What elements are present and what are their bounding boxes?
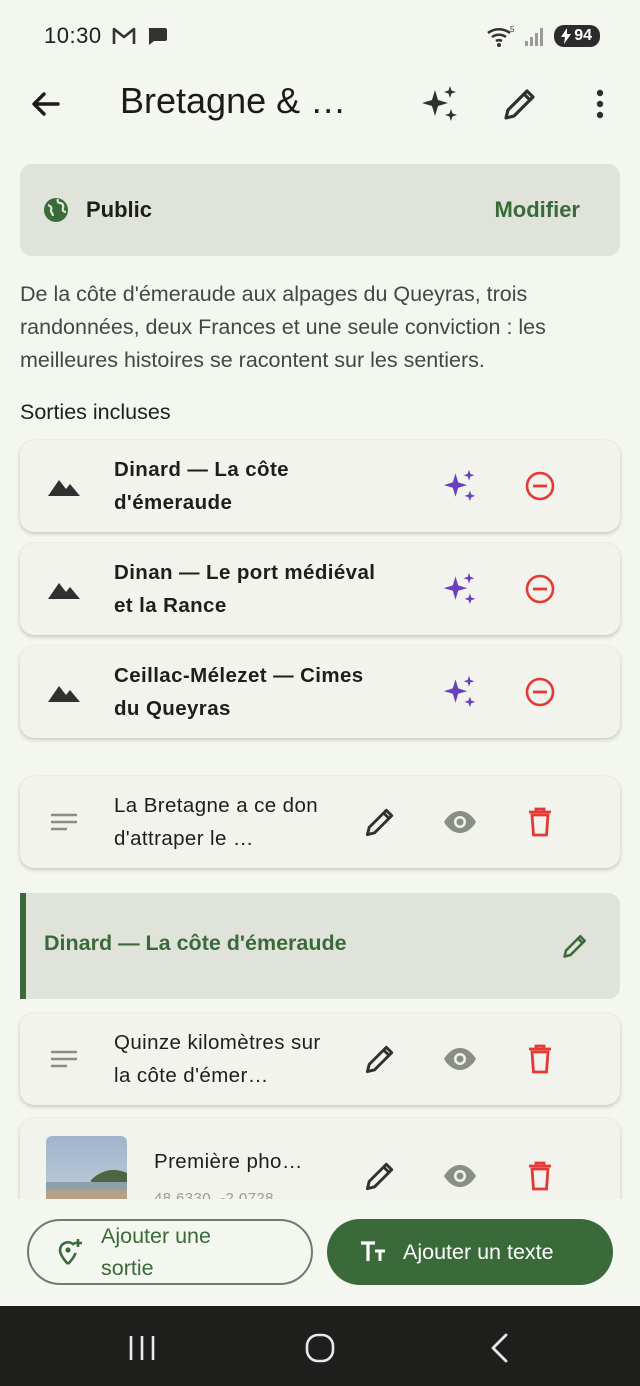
photo-coords: 48.6330, -2.0728 bbox=[154, 1190, 274, 1199]
back-icon[interactable] bbox=[480, 1328, 520, 1368]
remove-circle-icon[interactable] bbox=[522, 571, 558, 607]
text-block-preview: La Bretagne a ce don d'attraper le … bbox=[114, 794, 319, 850]
visibility-icon[interactable] bbox=[442, 1041, 478, 1077]
page-title: Bretagne & Q… bbox=[120, 80, 370, 121]
edit-icon[interactable] bbox=[560, 931, 590, 961]
notes-icon bbox=[51, 1050, 77, 1068]
visibility-card[interactable]: Public Modifier bbox=[20, 164, 620, 256]
sparkle-icon[interactable] bbox=[442, 674, 478, 710]
sparkle-icon[interactable] bbox=[442, 468, 478, 504]
text-block-preview: Quinze kilomètres sur la côte d'émer… bbox=[114, 1031, 321, 1087]
chat-icon bbox=[148, 28, 167, 45]
add-text-button[interactable]: Ajouter un texte bbox=[327, 1219, 613, 1285]
visibility-icon[interactable] bbox=[442, 1158, 478, 1194]
app-bar: Bretagne & Q… bbox=[0, 72, 640, 136]
edit-icon[interactable] bbox=[500, 84, 540, 124]
status-bar: 10:30 5 94 bbox=[0, 0, 640, 72]
remove-circle-icon[interactable] bbox=[522, 674, 558, 710]
globe-icon bbox=[44, 198, 68, 222]
outing-title: Dinard — La côte d'émeraude bbox=[114, 458, 289, 514]
text-fields-icon bbox=[361, 1241, 385, 1261]
photo-block-card[interactable]: Première pho… 48.6330, -2.0728 bbox=[20, 1118, 620, 1199]
gmail-icon bbox=[112, 27, 135, 44]
outing-card[interactable]: Dinan — Le port médiéval et la Rance bbox=[20, 543, 620, 635]
wifi-icon: 5 bbox=[487, 25, 515, 47]
edit-icon[interactable] bbox=[362, 1041, 398, 1077]
notes-icon bbox=[51, 813, 77, 831]
sparkle-icon[interactable] bbox=[420, 84, 460, 124]
outing-card[interactable]: Dinard — La côte d'émeraude bbox=[20, 440, 620, 532]
status-time: 10:30 bbox=[44, 23, 102, 48]
scroll-clip: Première pho… 48.6330, -2.0728 bbox=[0, 1116, 640, 1199]
edit-icon[interactable] bbox=[362, 804, 398, 840]
bottom-action-bar: Ajouter une sortie Ajouter un texte bbox=[0, 1199, 640, 1306]
sparkle-icon[interactable] bbox=[442, 571, 478, 607]
home-icon[interactable] bbox=[300, 1328, 340, 1368]
visibility-label: Public bbox=[86, 197, 153, 222]
description-text: De la côte d'émeraude aux alpages du Que… bbox=[20, 282, 546, 372]
section-title: Sorties incluses bbox=[20, 400, 171, 424]
text-block-card[interactable]: La Bretagne a ce don d'attraper le … bbox=[20, 776, 620, 868]
photo-thumbnail[interactable] bbox=[46, 1136, 127, 1199]
visibility-icon[interactable] bbox=[442, 804, 478, 840]
remove-circle-icon[interactable] bbox=[522, 468, 558, 504]
add-outing-label: Ajouter une sortie bbox=[101, 1224, 211, 1280]
mountain-icon bbox=[48, 686, 80, 702]
text-block-card[interactable]: Quinze kilomètres sur la côte d'émer… bbox=[20, 1013, 620, 1105]
outing-card[interactable]: Ceillac-Mélezet — Cimes du Queyras bbox=[20, 646, 620, 738]
outing-title: Dinan — Le port médiéval et la Rance bbox=[114, 561, 376, 617]
more-vert-icon[interactable] bbox=[580, 84, 620, 124]
delete-icon[interactable] bbox=[522, 1158, 558, 1194]
edit-icon[interactable] bbox=[362, 1158, 398, 1194]
delete-icon[interactable] bbox=[522, 804, 558, 840]
back-arrow-icon[interactable] bbox=[28, 86, 64, 122]
signal-icon bbox=[525, 28, 544, 46]
section-header-title: Dinard — La côte d'émeraude bbox=[44, 931, 347, 955]
modify-button[interactable]: Modifier bbox=[494, 197, 598, 223]
system-nav-bar bbox=[0, 1306, 640, 1386]
recents-icon[interactable] bbox=[122, 1328, 162, 1368]
photo-title: Première pho… bbox=[154, 1150, 303, 1173]
battery-level: 94 bbox=[574, 27, 592, 44]
outing-title: Ceillac-Mélezet — Cimes du Queyras bbox=[114, 664, 364, 720]
svg-text:5: 5 bbox=[510, 25, 515, 34]
mountain-icon bbox=[48, 583, 80, 599]
battery-icon: 94 bbox=[554, 25, 600, 47]
add-location-icon bbox=[58, 1239, 82, 1265]
add-outing-button[interactable]: Ajouter une sortie bbox=[27, 1219, 313, 1285]
mountain-icon bbox=[48, 480, 80, 496]
section-header-block[interactable]: Dinard — La côte d'émeraude bbox=[20, 893, 620, 999]
delete-icon[interactable] bbox=[522, 1041, 558, 1077]
add-text-label: Ajouter un texte bbox=[403, 1239, 554, 1264]
